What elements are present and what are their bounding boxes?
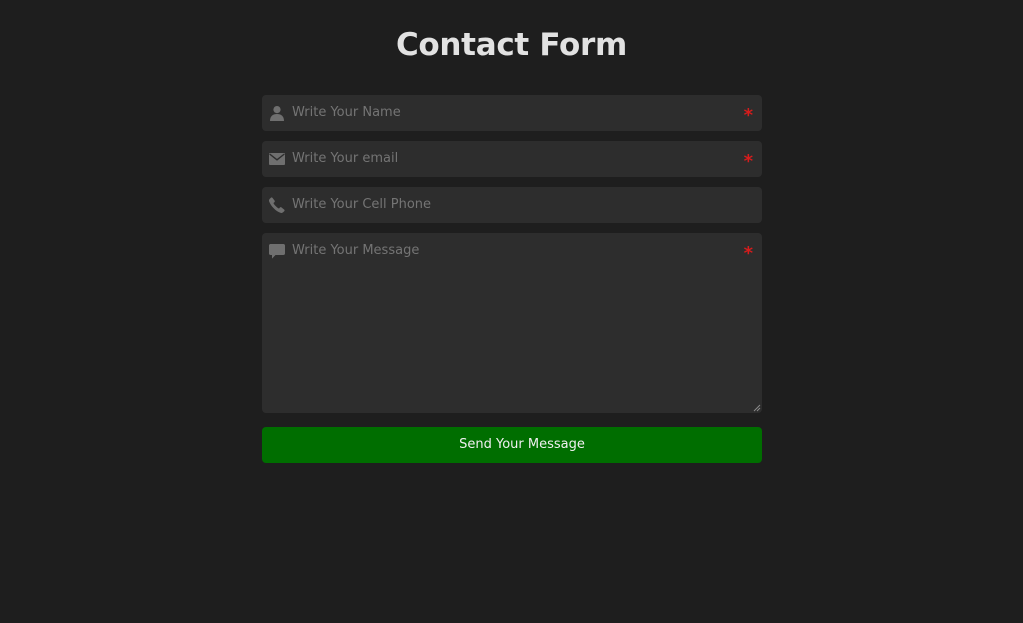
email-input[interactable] (292, 141, 732, 177)
contact-form: * * (262, 95, 762, 463)
page-title: Contact Form (395, 27, 628, 63)
send-message-button[interactable]: Send Your Message (262, 427, 762, 463)
envelope-icon (269, 151, 285, 167)
message-required-mark: * (743, 243, 753, 264)
resize-handle-icon[interactable] (753, 404, 761, 412)
name-field-container: * (262, 95, 762, 131)
phone-field-container (262, 187, 762, 223)
name-required-mark: * (743, 105, 753, 126)
phone-input[interactable] (292, 187, 732, 223)
user-icon (269, 105, 285, 121)
phone-icon (269, 197, 285, 213)
message-textarea[interactable] (292, 242, 732, 407)
email-field-container: * (262, 141, 762, 177)
message-field-container: * (262, 233, 762, 413)
email-required-mark: * (743, 151, 753, 172)
contact-page: Contact Form * * (0, 0, 1023, 623)
comment-icon (269, 243, 285, 259)
name-input[interactable] (292, 95, 732, 131)
